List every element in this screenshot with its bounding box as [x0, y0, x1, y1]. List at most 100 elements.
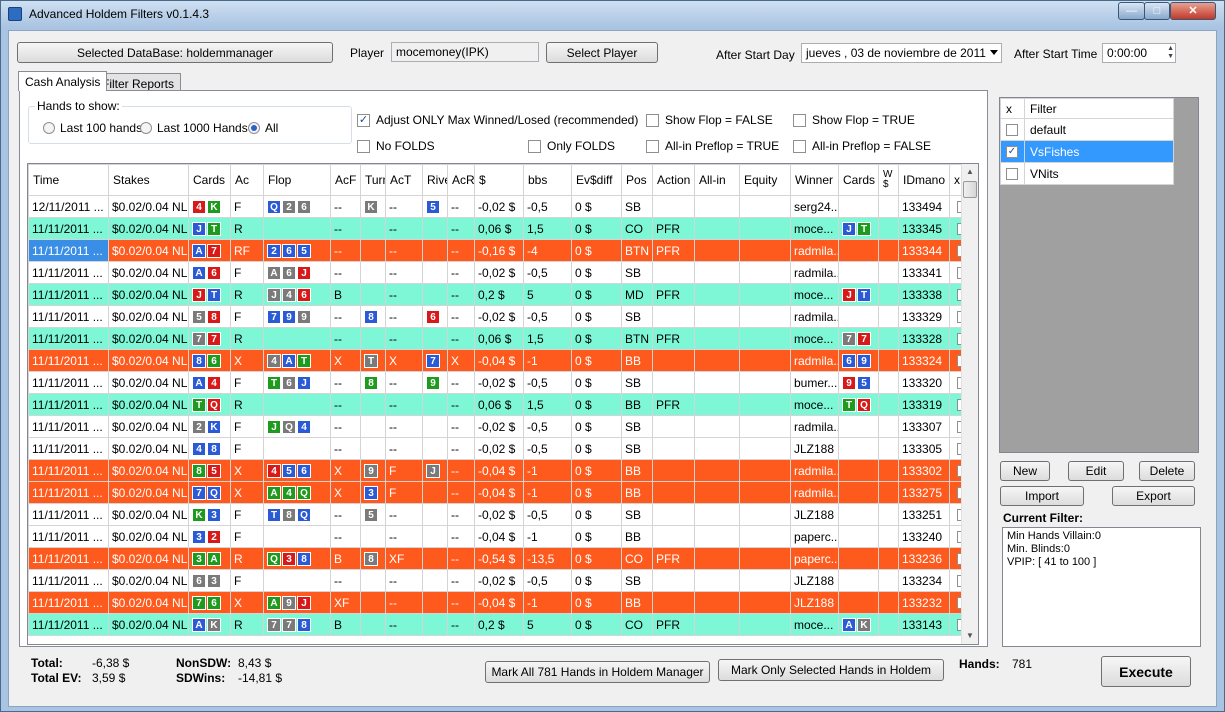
export-button[interactable]: Export	[1112, 486, 1195, 506]
column-header-time[interactable]: Time	[28, 164, 109, 196]
column-header-stakes[interactable]: Stakes	[108, 164, 189, 196]
scroll-thumb[interactable]	[963, 181, 977, 198]
hands-grid[interactable]: TimeStakesCardsAcFlopAcFTurnAcTRiveAcR$b…	[27, 163, 979, 645]
spinner-icon[interactable]: ▲ ▼	[1167, 45, 1174, 61]
check-icon[interactable]: ✓	[1006, 146, 1018, 159]
table-row[interactable]: 11/11/2011 ... $0.02/0.04 NL 7 6 X A 9 J XF -- -- -…	[28, 591, 977, 614]
column-header-cards[interactable]: Cards	[188, 164, 231, 196]
column-header-action[interactable]: Action	[652, 164, 695, 196]
column-header-acr[interactable]: AcR	[447, 164, 475, 196]
table-row[interactable]: 11/11/2011 ... $0.02/0.04 NL 8 6 X 4 A T X T X 7 X -0…	[28, 349, 977, 372]
filter-list[interactable]: x Filter default ✓ VsFishes VNits	[999, 97, 1199, 453]
column-header-ac[interactable]: Ac	[230, 164, 264, 196]
show-flop-false-checkbox[interactable]: Show Flop = FALSE	[646, 113, 773, 127]
radio-all[interactable]: All	[248, 121, 278, 135]
table-row[interactable]: 11/11/2011 ... $0.02/0.04 NL 7 7 R -- -- -- 0,06…	[28, 327, 977, 350]
maximize-button[interactable]: □	[1144, 2, 1170, 20]
filter-checkbox[interactable]	[1006, 124, 1018, 137]
after-start-day-dropdown[interactable]: jueves , 03 de noviembre de 2011	[801, 43, 1002, 63]
only-folds-checkbox[interactable]: Only FOLDS	[528, 139, 615, 153]
column-header-usd[interactable]: $	[474, 164, 524, 196]
adjust-checkbox[interactable]: ✓ Adjust ONLY Max Winned/Losed (recommend…	[357, 113, 638, 127]
chevron-down-icon[interactable]	[990, 50, 998, 55]
execute-button[interactable]: Execute	[1101, 656, 1191, 687]
radio-last-100[interactable]: Last 100 hands	[43, 121, 142, 135]
allin-false-checkbox[interactable]: All-in Preflop = FALSE	[793, 139, 931, 153]
column-header-id[interactable]: IDmano	[898, 164, 950, 196]
column-header-ev[interactable]: Ev$diff	[571, 164, 622, 196]
filter-checkbox[interactable]	[1006, 168, 1018, 181]
no-folds-checkbox[interactable]: No FOLDS	[357, 139, 435, 153]
filter-item[interactable]: default	[1000, 118, 1175, 141]
close-button[interactable]: ✕	[1170, 2, 1216, 20]
column-header-turn[interactable]: Turn	[360, 164, 386, 196]
table-row[interactable]: 12/11/2011 ... $0.02/0.04 NL 4 K F Q 2 6 -- K -- 5-…	[28, 195, 977, 218]
after-start-time-field[interactable]: 0:00:00 ▲ ▼	[1102, 43, 1176, 63]
table-row[interactable]: 11/11/2011 ... $0.02/0.04 NL A 7 RF 2 6 5 -- -- --…	[28, 239, 977, 262]
table-row[interactable]: 11/11/2011 ... $0.02/0.04 NL 5 8 F 7 9 9 -- 8 -- 6-…	[28, 305, 977, 328]
table-row[interactable]: 11/11/2011 ... $0.02/0.04 NL 6 3 F -- -- -- -0,0…	[28, 569, 977, 592]
filter-col-name[interactable]: Filter	[1023, 98, 1175, 119]
grid-scrollbar[interactable]: ▲ ▼	[961, 164, 978, 644]
table-row[interactable]: 11/11/2011 ... $0.02/0.04 NL 2 K F J Q 4 -- -- -- -…	[28, 415, 977, 438]
table-row[interactable]: 11/11/2011 ... $0.02/0.04 NL T Q R -- -- -- 0,06…	[28, 393, 977, 416]
allin-true-checkbox[interactable]: All-in Preflop = TRUE	[646, 139, 779, 153]
column-header-wd[interactable]: W $	[878, 164, 899, 196]
column-header-flop[interactable]: Flop	[263, 164, 331, 196]
cell-river	[422, 327, 448, 350]
cell-equity	[739, 261, 791, 284]
select-player-button[interactable]: Select Player	[546, 42, 658, 63]
table-row[interactable]: 11/11/2011 ... $0.02/0.04 NL 3 2 F -- -- -- -0,0…	[28, 525, 977, 548]
cell-time: 11/11/2011 ...	[28, 217, 109, 240]
filter-checkbox-cell[interactable]	[1000, 118, 1025, 141]
radio-last-1000[interactable]: Last 1000 Hands	[140, 121, 248, 135]
filter-item[interactable]: VNits	[1000, 162, 1175, 185]
column-header-allin[interactable]: All-in	[694, 164, 740, 196]
table-row[interactable]: 11/11/2011 ... $0.02/0.04 NL 8 5 X 4 5 6 X 9 F J -- -…	[28, 459, 977, 482]
filter-checkbox-cell[interactable]: ✓	[1000, 140, 1025, 163]
table-row[interactable]: 11/11/2011 ... $0.02/0.04 NL 3 A R Q 3 8 B 8 XF -- -…	[28, 547, 977, 570]
table-row[interactable]: 11/11/2011 ... $0.02/0.04 NL A 6 F A 6 J -- -- -- -…	[28, 261, 977, 284]
cell-acr: --	[447, 525, 475, 548]
edit-filter-button[interactable]: Edit	[1068, 461, 1124, 481]
table-row[interactable]: 11/11/2011 ... $0.02/0.04 NL J T R J 4 6 B -- -- 0,…	[28, 283, 977, 306]
column-header-act[interactable]: AcT	[385, 164, 423, 196]
table-row[interactable]: 11/11/2011 ... $0.02/0.04 NL A K R 7 7 8 B -- -- 0,…	[28, 613, 977, 636]
filter-col-x[interactable]: x	[1000, 98, 1025, 119]
playing-card: 7	[267, 617, 281, 632]
column-header-pos[interactable]: Pos	[621, 164, 653, 196]
column-header-acf[interactable]: AcF	[330, 164, 361, 196]
cell-wd	[878, 239, 899, 262]
radio-circle	[140, 122, 152, 134]
database-button[interactable]: Selected DataBase: holdemmanager	[17, 42, 333, 63]
scroll-up-icon[interactable]: ▲	[966, 167, 974, 176]
column-header-wcards[interactable]: Cards	[838, 164, 879, 196]
column-header-equity[interactable]: Equity	[739, 164, 791, 196]
column-header-winner[interactable]: Winner	[790, 164, 839, 196]
table-row[interactable]: 11/11/2011 ... $0.02/0.04 NL 7 Q X A 4 Q X 3 F -- -0…	[28, 481, 977, 504]
new-filter-button[interactable]: New	[1000, 461, 1050, 481]
table-row[interactable]: 11/11/2011 ... $0.02/0.04 NL 4 8 F -- -- -- -0,0…	[28, 437, 977, 460]
tab-cash-analysis[interactable]: Cash Analysis	[18, 71, 108, 91]
column-header-river[interactable]: Rive	[422, 164, 448, 196]
table-row[interactable]: 11/11/2011 ... $0.02/0.04 NL J T R -- -- -- 0,06…	[28, 217, 977, 240]
delete-filter-button[interactable]: Delete	[1139, 461, 1195, 481]
cell-pos: SB	[621, 503, 653, 526]
player-field[interactable]: mocemoney(IPK)	[391, 42, 539, 62]
mark-all-button[interactable]: Mark All 781 Hands in Holdem Manager	[485, 661, 710, 683]
minimize-button[interactable]: —	[1118, 2, 1145, 20]
cell-id: 133338	[898, 283, 950, 306]
tab-filter-reports[interactable]: Filter Reports	[95, 73, 182, 91]
scroll-down-icon[interactable]: ▼	[966, 631, 974, 640]
title-bar[interactable]: Advanced Holdem Filters v0.1.4.3 — □ ✕	[1, 1, 1224, 27]
mark-selected-button[interactable]: Mark Only Selected Hands in Holdem	[718, 659, 944, 681]
filter-item[interactable]: ✓ VsFishes	[1000, 140, 1175, 163]
filter-checkbox-cell[interactable]	[1000, 162, 1025, 185]
cell-bbs: 1,5	[523, 217, 572, 240]
column-header-bbs[interactable]: bbs	[523, 164, 572, 196]
cell-wcards	[838, 459, 879, 482]
import-button[interactable]: Import	[1000, 486, 1084, 506]
table-row[interactable]: 11/11/2011 ... $0.02/0.04 NL A 4 F T 6 J -- 8 -- 9-…	[28, 371, 977, 394]
table-row[interactable]: 11/11/2011 ... $0.02/0.04 NL K 3 F T 8 Q -- 5 -- --…	[28, 503, 977, 526]
show-flop-true-checkbox[interactable]: Show Flop = TRUE	[793, 113, 915, 127]
